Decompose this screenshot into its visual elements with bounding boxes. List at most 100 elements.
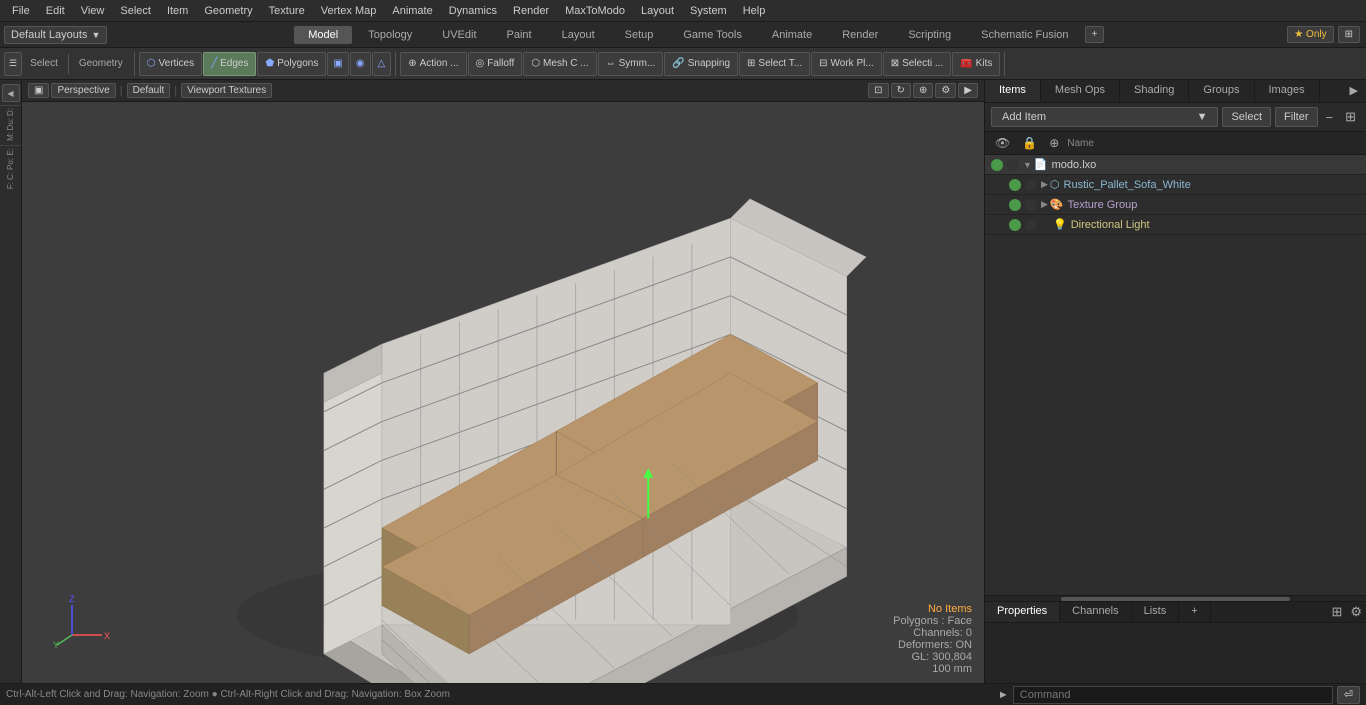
sidebar-label-uv[interactable]: F: <box>6 182 15 189</box>
add-tab-button[interactable]: + <box>1179 602 1210 622</box>
viewport-default-btn[interactable]: Default <box>127 83 171 98</box>
toolbar-work-plane-button[interactable]: ⊟ Work Pl... <box>811 52 882 76</box>
tab-uvedit[interactable]: UVEdit <box>428 26 490 44</box>
item-collapse-arrow[interactable]: ▶ <box>1041 179 1048 190</box>
visibility-dot2[interactable] <box>1025 219 1037 231</box>
panel-tab-groups[interactable]: Groups <box>1189 80 1254 102</box>
sidebar-label-poly[interactable]: Po: <box>6 158 15 170</box>
visibility-dot[interactable] <box>1009 179 1021 191</box>
toolbar-polygons-button[interactable]: ⬟ Polygons <box>257 52 326 76</box>
panel-tab-images[interactable]: Images <box>1255 80 1320 102</box>
item-list-lock-icon[interactable]: 🔒 <box>1018 134 1041 152</box>
panel-settings-button[interactable]: ⊞ <box>1341 107 1360 127</box>
tab-render[interactable]: Render <box>828 26 892 44</box>
menu-animate[interactable]: Animate <box>384 3 440 19</box>
toolbar-snapping-button[interactable]: 🔗 Snapping <box>664 52 738 76</box>
panel-minus-button[interactable]: − <box>1322 108 1338 127</box>
visibility-dot[interactable] <box>1009 199 1021 211</box>
bottom-panel-expand-btn[interactable]: ⊞ <box>1327 602 1346 622</box>
sidebar-label-curve[interactable]: C: <box>6 172 15 180</box>
toolbar-symm-button[interactable]: ⇔ Symm... <box>598 52 664 76</box>
menu-select[interactable]: Select <box>112 3 159 19</box>
tab-setup[interactable]: Setup <box>611 26 668 44</box>
layout-dropdown[interactable]: Default Layouts ▼ <box>4 26 107 44</box>
toolbar-mesh-button[interactable]: ⬡ Mesh C ... <box>523 52 596 76</box>
panel-tab-shading[interactable]: Shading <box>1120 80 1189 102</box>
menu-dynamics[interactable]: Dynamics <box>441 3 505 19</box>
star-only-button[interactable]: ★ Only <box>1287 26 1333 43</box>
add-layout-button[interactable]: + <box>1085 26 1105 43</box>
sidebar-label-deform[interactable]: D: <box>6 108 15 116</box>
menu-max-to-modo[interactable]: MaxToModo <box>557 3 633 19</box>
panel-tab-items[interactable]: Items <box>985 80 1041 102</box>
viewport-more-btn[interactable]: ▶ <box>958 83 978 98</box>
menu-edit[interactable]: Edit <box>38 3 73 19</box>
toolbar-edges-button[interactable]: ╱ Edges <box>203 52 256 76</box>
add-item-button[interactable]: Add Item ▼ <box>991 107 1218 127</box>
items-select-button[interactable]: Select <box>1222 107 1271 127</box>
visibility-dot2[interactable] <box>1025 199 1037 211</box>
list-item[interactable]: 💡 Directional Light <box>985 215 1366 235</box>
toolbar-falloff-button[interactable]: ◎ Falloff <box>468 52 523 76</box>
bottom-panel-settings-btn[interactable]: ⚙ <box>1346 602 1366 622</box>
command-submit-button[interactable]: ⏎ <box>1337 686 1360 704</box>
viewport-toggle-btn[interactable]: ▣ <box>28 83 49 98</box>
visibility-dot2[interactable] <box>1025 179 1037 191</box>
menu-geometry[interactable]: Geometry <box>196 3 260 19</box>
panel-tabs-more-button[interactable]: ▶ <box>1342 80 1366 102</box>
item-collapse-arrow[interactable]: ▶ <box>1041 199 1048 210</box>
tab-topology[interactable]: Topology <box>354 26 426 44</box>
status-arrow-btn[interactable]: ► <box>998 689 1009 701</box>
toolbar-selection-sets-button[interactable]: ⊠ Selecti ... <box>883 52 952 76</box>
menu-help[interactable]: Help <box>735 3 774 19</box>
toolbar-mode-icon1[interactable]: ▣ <box>327 52 348 76</box>
panel-tab-mesh-ops[interactable]: Mesh Ops <box>1041 80 1120 102</box>
item-expand-arrow[interactable]: ▼ <box>1023 160 1032 170</box>
tab-animate[interactable]: Animate <box>758 26 826 44</box>
command-input[interactable] <box>1013 686 1333 704</box>
list-item[interactable]: ▶ ⬡ Rustic_Pallet_Sofa_White <box>985 175 1366 195</box>
item-list-eye-icon[interactable]: 👁 <box>991 134 1014 152</box>
toolbar-kits-button[interactable]: 🧰 Kits <box>952 52 1000 76</box>
menu-view[interactable]: View <box>73 3 113 19</box>
toolbar-mode-icon3[interactable]: △ <box>372 52 392 76</box>
sidebar-expand-btn[interactable]: ◀ <box>2 84 20 102</box>
menu-system[interactable]: System <box>682 3 735 19</box>
tab-model[interactable]: Model <box>294 26 352 44</box>
channels-tab[interactable]: Channels <box>1060 602 1131 622</box>
sidebar-label-mesh[interactable]: M: <box>6 132 15 141</box>
tab-schematic-fusion[interactable]: Schematic Fusion <box>967 26 1082 44</box>
visibility-dot[interactable] <box>1009 219 1021 231</box>
layout-settings-button[interactable]: ⊞ <box>1338 26 1360 43</box>
menu-file[interactable]: File <box>4 3 38 19</box>
list-item[interactable]: ▼ 📄 modo.lxo <box>985 155 1366 175</box>
tab-scripting[interactable]: Scripting <box>894 26 965 44</box>
tab-paint[interactable]: Paint <box>493 26 546 44</box>
toolbar-action-button[interactable]: ⊕ Action ... <box>400 52 466 76</box>
viewport-zoom-btn[interactable]: ⊕ <box>913 83 933 98</box>
viewport[interactable]: ▣ Perspective | Default | Viewport Textu… <box>22 80 984 683</box>
list-item[interactable]: ▶ 🎨 Texture Group <box>985 195 1366 215</box>
lists-tab[interactable]: Lists <box>1132 602 1180 622</box>
menu-layout[interactable]: Layout <box>633 3 682 19</box>
toolbar-select-tool-button[interactable]: ⊞ Select T... <box>739 52 810 76</box>
sidebar-label-edge[interactable]: E: <box>6 148 15 156</box>
visibility-dot[interactable] <box>991 159 1003 171</box>
viewport-settings-btn[interactable]: ⚙ <box>935 83 956 98</box>
menu-item[interactable]: Item <box>159 3 196 19</box>
viewport-textures-btn[interactable]: Viewport Textures <box>181 83 272 98</box>
properties-tab[interactable]: Properties <box>985 602 1060 622</box>
menu-texture[interactable]: Texture <box>261 3 313 19</box>
sidebar-label-dup[interactable]: Du: <box>6 118 15 130</box>
toolbar-mode-icon2[interactable]: ◉ <box>350 52 371 76</box>
viewport-fit-btn[interactable]: ⊡ <box>868 83 888 98</box>
tab-layout[interactable]: Layout <box>548 26 609 44</box>
items-filter-button[interactable]: Filter <box>1275 107 1317 127</box>
menu-render[interactable]: Render <box>505 3 557 19</box>
item-list-add-icon[interactable]: ⊕ <box>1045 134 1063 152</box>
toolbar-vertices-button[interactable]: ⬡ Vertices <box>139 52 202 76</box>
visibility-dot2[interactable] <box>1007 159 1019 171</box>
menu-vertex-map[interactable]: Vertex Map <box>313 3 385 19</box>
tab-game-tools[interactable]: Game Tools <box>669 26 756 44</box>
viewport-perspective-btn[interactable]: Perspective <box>51 83 115 98</box>
